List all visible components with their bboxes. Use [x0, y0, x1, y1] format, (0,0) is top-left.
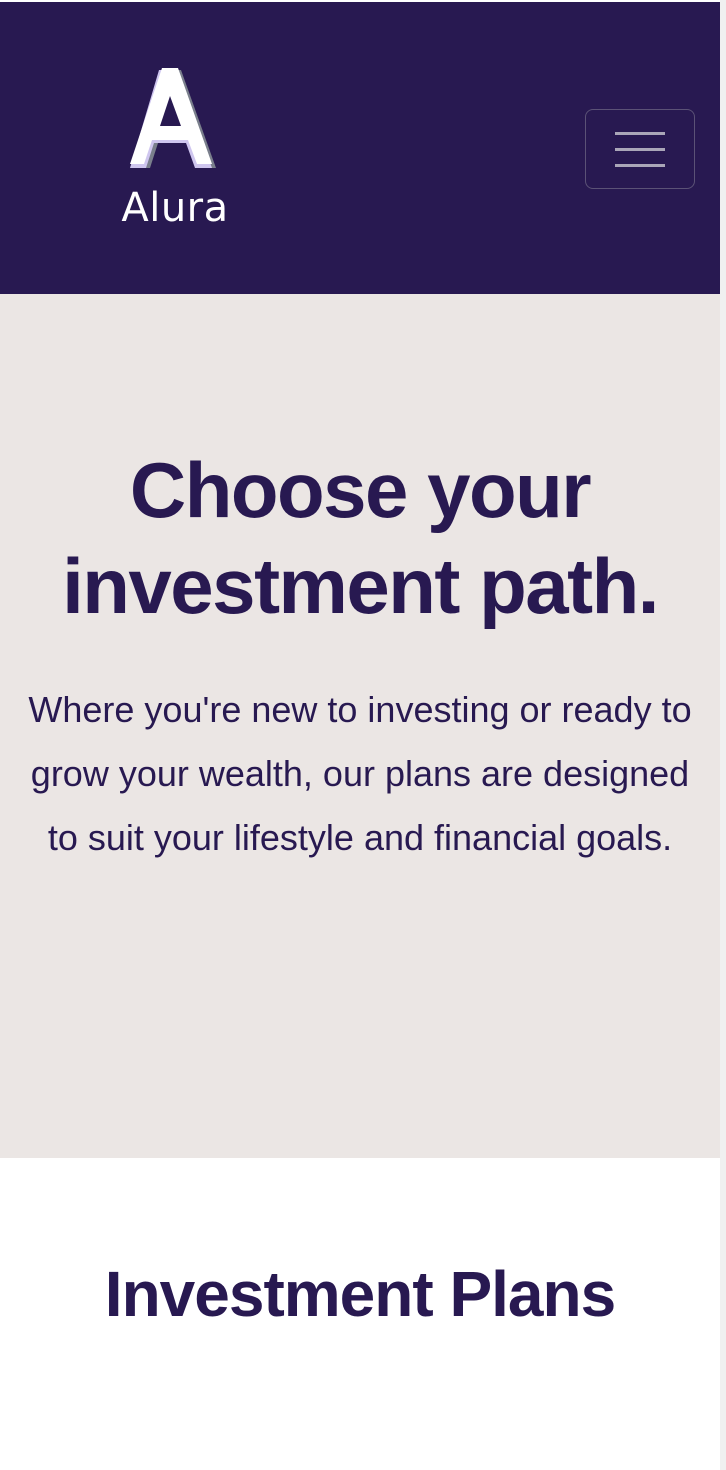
- hero-section: Choose your investment path. Where you'r…: [0, 294, 720, 1158]
- alura-a-logo-icon: [130, 68, 216, 168]
- site-header: Alura: [0, 2, 720, 294]
- investment-plans-section: Investment Plans: [0, 1158, 720, 1470]
- page: Alura Choose your investment path. Where…: [0, 0, 726, 1470]
- brand-name: Alura: [121, 185, 229, 231]
- menu-toggle-button[interactable]: [585, 109, 695, 189]
- brand-logo-link[interactable]: Alura: [110, 64, 240, 239]
- hero-title: Choose your investment path.: [62, 446, 659, 630]
- viewport-edge: [720, 0, 726, 1470]
- hero-description: Where you're new to investing or ready t…: [28, 689, 692, 858]
- hamburger-menu-icon: [615, 132, 665, 167]
- plans-title: Investment Plans: [104, 1258, 616, 1330]
